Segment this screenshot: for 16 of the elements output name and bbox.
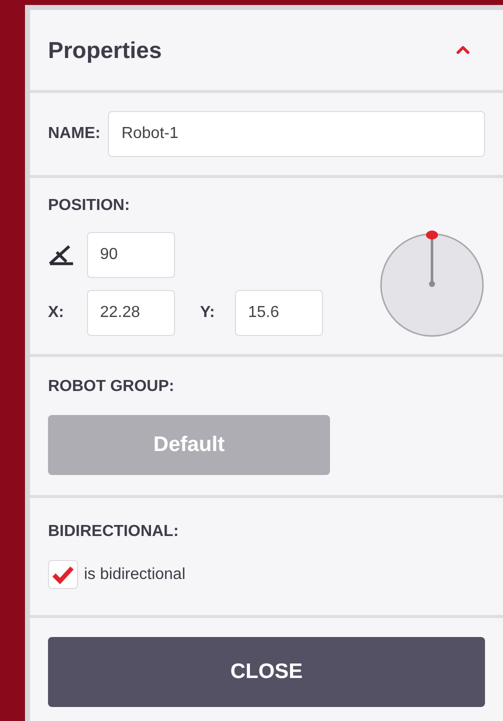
bidirectional-checkbox[interactable] — [48, 560, 78, 589]
y-label: Y: — [200, 303, 216, 323]
checkbox-label: is bidirectional — [84, 564, 186, 584]
robot-group-label: ROBOT GROUP: — [48, 377, 176, 397]
angle-field[interactable]: 90 — [87, 232, 175, 278]
panel-title: Properties — [48, 36, 162, 65]
bidirectional-label: BIDIRECTIONAL: — [48, 522, 180, 542]
name-label: NAME: — [48, 124, 100, 144]
position-label: POSITION: — [48, 196, 131, 216]
close-button[interactable]: CLOSE — [48, 637, 485, 707]
checkmark-icon — [52, 566, 74, 584]
x-field[interactable]: 22.28 — [87, 290, 175, 336]
y-field[interactable]: 15.6 — [235, 290, 323, 336]
name-field[interactable]: Robot-1 — [108, 111, 485, 157]
angle-icon — [48, 243, 75, 267]
x-label: X: — [48, 303, 65, 323]
